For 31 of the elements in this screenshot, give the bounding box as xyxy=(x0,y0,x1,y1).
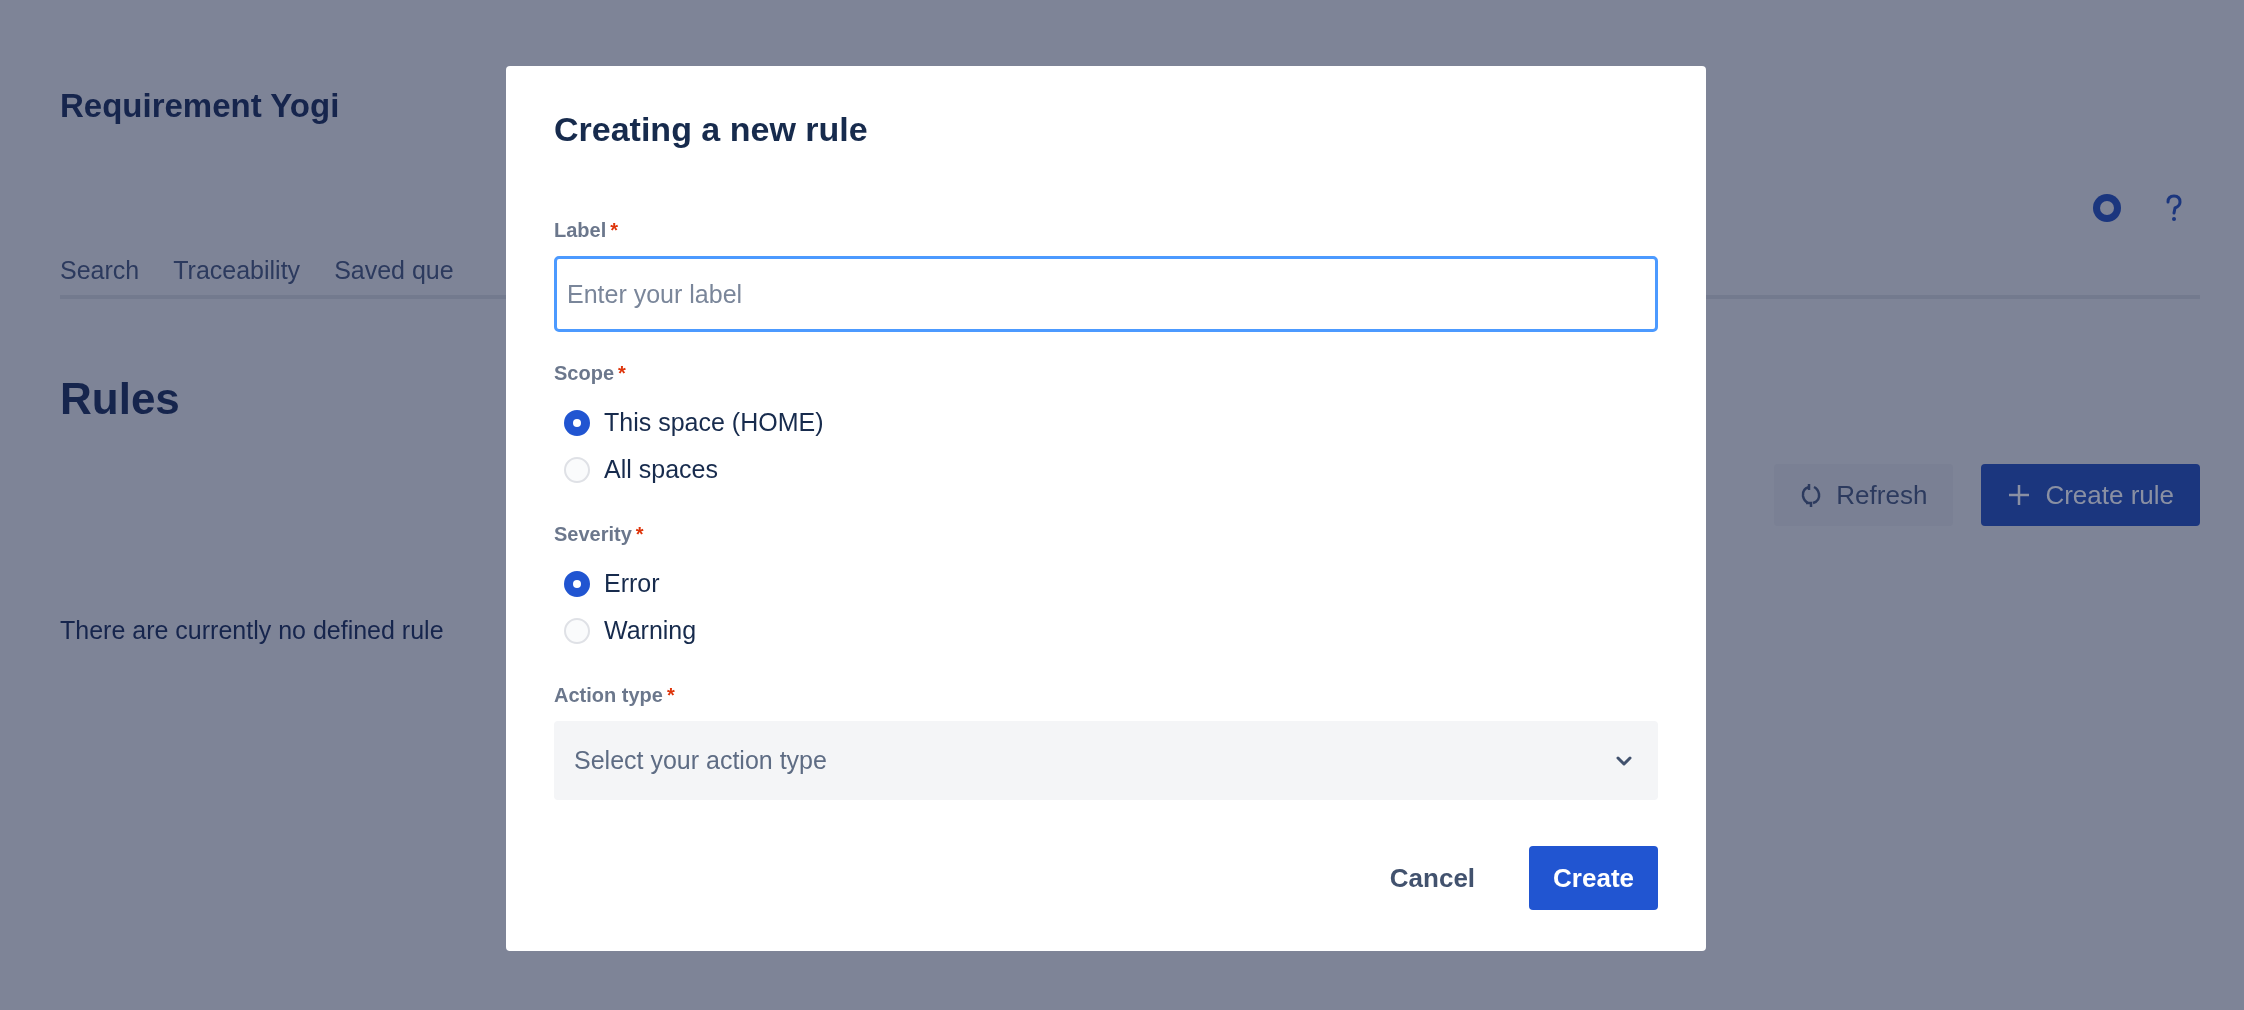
empty-message: There are currently no defined rule xyxy=(60,616,444,645)
field-label: Severity xyxy=(554,523,632,546)
cancel-button[interactable]: Cancel xyxy=(1365,846,1500,910)
radio-option[interactable]: Error xyxy=(554,560,1658,607)
radio-option[interactable]: All spaces xyxy=(554,446,1658,493)
required-mark: * xyxy=(666,684,675,707)
radio-option[interactable]: Warning xyxy=(554,607,1658,654)
field-label: Scope xyxy=(554,362,615,385)
create-rule-button[interactable]: Create rule xyxy=(1981,464,2200,526)
field-label: Action type xyxy=(554,684,663,707)
option-label: This space (HOME) xyxy=(604,408,824,437)
page-heading: Rules xyxy=(60,374,180,424)
required-mark: * xyxy=(635,523,644,546)
required-mark: * xyxy=(610,219,619,242)
option-label: All spaces xyxy=(604,455,718,484)
label-input-field[interactable]: Enter your label xyxy=(554,256,1658,332)
option-label: Error xyxy=(604,569,660,598)
action-type-dropdown[interactable]: Select your action type xyxy=(554,721,1658,800)
radio-option[interactable]: This space (HOME) xyxy=(554,399,1658,446)
radio-icon[interactable] xyxy=(564,409,590,436)
chevron-down-icon xyxy=(1616,755,1632,766)
app-title: Requirement Yogi xyxy=(60,86,340,125)
create-button[interactable]: Create xyxy=(1529,846,1658,910)
refresh-icon xyxy=(1800,483,1823,507)
field-label: Label xyxy=(554,219,607,242)
radio-icon[interactable] xyxy=(564,570,590,597)
help-icon[interactable] xyxy=(2165,194,2183,222)
option-label: Warning xyxy=(604,616,697,645)
dialog-title: Creating a new rule xyxy=(554,110,868,149)
plus-icon xyxy=(2007,483,2032,507)
required-mark: * xyxy=(618,362,626,385)
